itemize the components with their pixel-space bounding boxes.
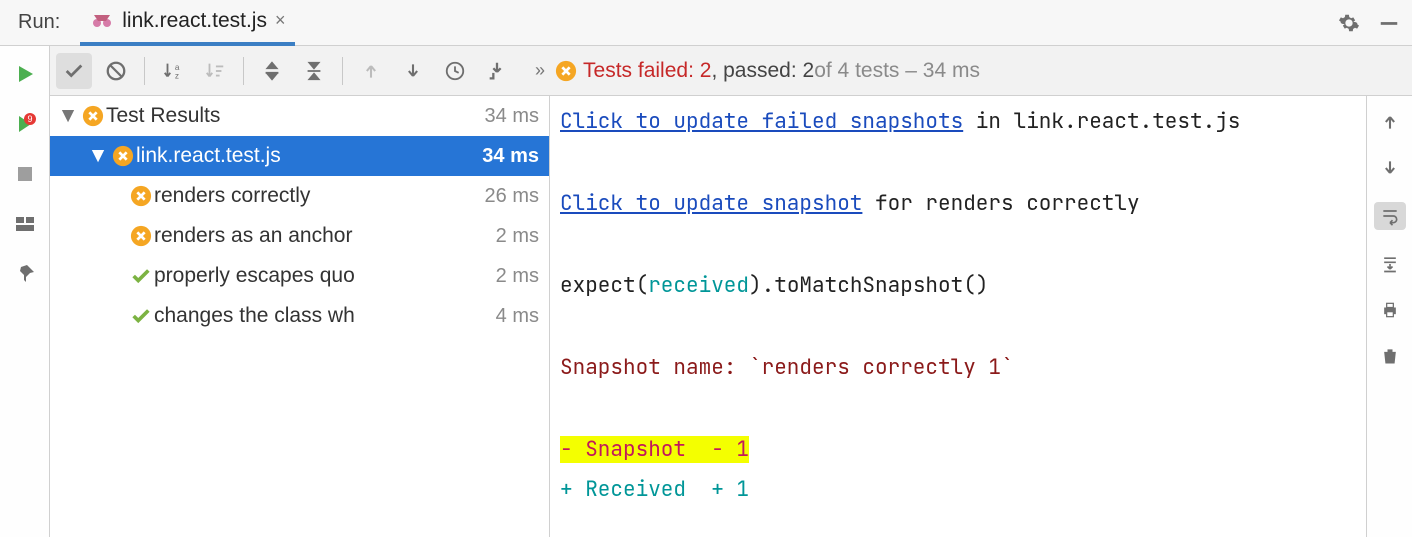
tree-root-time: 34 ms [485, 105, 539, 128]
down-arrow-icon[interactable] [1378, 156, 1402, 180]
sort-alpha-icon[interactable]: az [155, 53, 191, 89]
tree-test-time: 4 ms [496, 305, 539, 328]
test-toolbar: az » Tests failed: 2 , passed: 2 of 4 te… [50, 46, 1412, 96]
up-arrow-icon[interactable] [1378, 110, 1402, 134]
fail-label: Tests failed: [583, 59, 694, 82]
titlebar: Run: link.react.test.js × [0, 0, 1412, 46]
console-text: Snapshot name: `renders correctly 1` [560, 354, 1014, 381]
prev-failed-icon[interactable] [353, 53, 389, 89]
diff-plus-line: + Received + 1 [560, 476, 749, 503]
tree-test-label: properly escapes quo [154, 264, 490, 288]
run-icon[interactable] [13, 62, 37, 86]
show-ignored-icon[interactable] [98, 53, 134, 89]
tree-test-label: renders correctly [154, 184, 479, 208]
fail-status-icon [128, 185, 154, 207]
tree-test[interactable]: properly escapes quo 2 ms [50, 256, 549, 296]
svg-text:z: z [175, 71, 179, 80]
layout-icon[interactable] [13, 212, 37, 236]
tree-root-label: Test Results [106, 104, 479, 128]
print-icon[interactable] [1378, 298, 1402, 322]
passed-count: 2 [803, 59, 815, 82]
show-passed-icon[interactable] [56, 53, 92, 89]
right-gutter [1366, 96, 1412, 537]
run-label: Run: [8, 11, 70, 34]
pass-status-icon [128, 265, 154, 287]
jest-file-icon [90, 9, 114, 33]
chevron-right-icon: » [535, 60, 545, 81]
update-all-link[interactable]: Click to update failed snapshots [560, 108, 963, 135]
left-gutter: 9 [0, 46, 50, 537]
tree-test[interactable]: renders as an anchor 2 ms [50, 216, 549, 256]
tree-file[interactable]: ▼ link.react.test.js 34 ms [50, 136, 549, 176]
console-text: received [648, 272, 749, 299]
gear-icon[interactable] [1338, 12, 1360, 34]
total-label: of 4 tests – 34 ms [814, 59, 980, 83]
tree-file-label: link.react.test.js [136, 144, 476, 168]
console-text: expect( [560, 272, 648, 299]
run-tab-name: link.react.test.js [122, 9, 267, 33]
history-icon[interactable] [437, 53, 473, 89]
tree-test[interactable]: changes the class wh 4 ms [50, 296, 549, 336]
next-failed-icon[interactable] [395, 53, 431, 89]
close-icon[interactable]: × [275, 10, 286, 31]
pin-icon[interactable] [13, 262, 37, 286]
console-text: ).toMatchSnapshot() [749, 272, 988, 299]
sort-duration-icon[interactable] [197, 53, 233, 89]
console-text: for renders correctly [862, 190, 1139, 217]
tree-test-time: 26 ms [485, 185, 539, 208]
minimize-icon[interactable] [1378, 12, 1400, 34]
tree-test[interactable]: renders correctly 26 ms [50, 176, 549, 216]
tree-test-label: changes the class wh [154, 304, 490, 328]
tree-test-time: 2 ms [496, 265, 539, 288]
soft-wrap-icon[interactable] [1374, 202, 1406, 230]
run-tab[interactable]: link.react.test.js × [80, 0, 295, 46]
fail-count: 2 [700, 59, 712, 82]
tree-test-time: 2 ms [496, 225, 539, 248]
test-tree: ▼ Test Results 34 ms ▼ link.react.test.j… [50, 96, 550, 537]
trash-icon[interactable] [1378, 344, 1402, 368]
fail-status-icon [110, 145, 136, 167]
svg-text:9: 9 [27, 114, 32, 124]
passed-label: , passed: [711, 59, 796, 82]
pass-status-icon [128, 305, 154, 327]
scroll-to-end-icon[interactable] [1378, 252, 1402, 276]
collapse-all-icon[interactable] [296, 53, 332, 89]
chevron-down-icon: ▼ [86, 144, 110, 168]
diff-minus-line: - Snapshot - 1 [560, 436, 749, 463]
tree-root[interactable]: ▼ Test Results 34 ms [50, 96, 549, 136]
expand-all-icon[interactable] [254, 53, 290, 89]
console-text: in link.react.test.js [963, 108, 1240, 135]
tree-test-label: renders as an anchor [154, 224, 490, 248]
fail-status-icon [80, 105, 106, 127]
console-output[interactable]: Click to update failed snapshots in link… [550, 96, 1366, 537]
import-icon[interactable] [479, 53, 515, 89]
tree-file-time: 34 ms [482, 145, 539, 168]
chevron-down-icon: ▼ [56, 104, 80, 128]
error-icon [555, 60, 577, 82]
stop-icon[interactable] [13, 162, 37, 186]
test-status: » Tests failed: 2 , passed: 2 of 4 tests… [535, 59, 980, 83]
update-one-link[interactable]: Click to update snapshot [560, 190, 862, 217]
fail-status-icon [128, 225, 154, 247]
rerun-failed-icon[interactable]: 9 [13, 112, 37, 136]
